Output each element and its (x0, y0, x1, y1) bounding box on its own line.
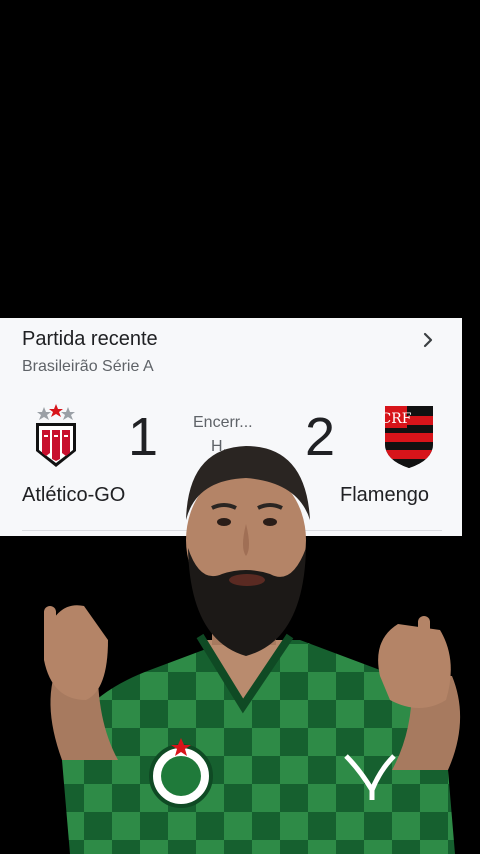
video-frame: Partida recente Brasileirão Série A 1 En… (0, 0, 480, 854)
presenter-figure (44, 446, 461, 854)
